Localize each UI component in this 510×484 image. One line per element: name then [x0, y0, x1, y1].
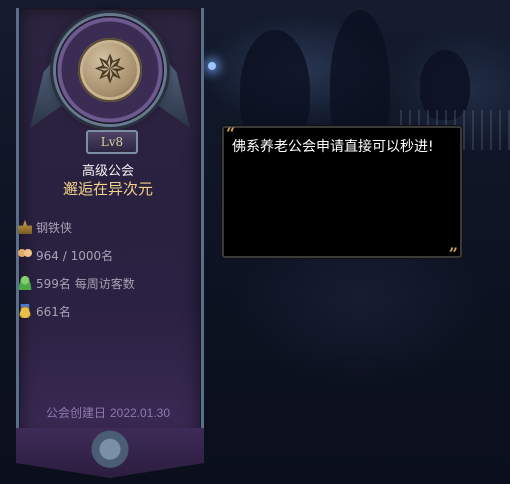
visitor-icon: [18, 276, 32, 290]
guild-name: 邂逅在异次元: [62, 180, 153, 198]
glow-light: [208, 62, 216, 70]
guild-message-box: “ 佛系养老公会申请直接可以秒进! ”: [222, 126, 462, 262]
tail-ornament: [72, 430, 148, 478]
level-badge: Lv8: [86, 130, 138, 154]
compass-icon: ✵: [78, 38, 142, 102]
quote-close-icon: ”: [448, 244, 458, 263]
guild-emblem[interactable]: ✵ Lv8: [26, 8, 190, 158]
member-count-row: 964 / 1000名: [18, 246, 113, 264]
guild-master-name[interactable]: 钢铁侠: [36, 219, 72, 236]
founded-date: 2022.01.30: [109, 406, 171, 420]
crown-icon: [18, 220, 32, 234]
founded-label: 公会创建日: [45, 406, 106, 420]
members-icon: [18, 248, 32, 262]
member-count: 964 / 1000名: [36, 248, 114, 263]
guild-message: 佛系养老公会申请直接可以秒进!: [232, 139, 434, 155]
medal-row: 661名: [18, 302, 71, 320]
guild-master-row: 钢铁侠: [18, 218, 72, 236]
guild-tier: 高级公会: [81, 164, 134, 179]
medal-icon: [18, 304, 32, 318]
weekly-visitors: 599名 每周访客数: [36, 276, 135, 291]
guild-banner: ✵ Lv8 高级公会 邂逅在异次元 钢铁侠 964 / 1000名 599名 每…: [6, 8, 208, 478]
founded-date-line: 公会创建日 2022.01.30: [26, 404, 190, 421]
weekly-visitors-row: 599名 每周访客数: [18, 274, 135, 292]
medal-count: 661名: [36, 304, 71, 319]
